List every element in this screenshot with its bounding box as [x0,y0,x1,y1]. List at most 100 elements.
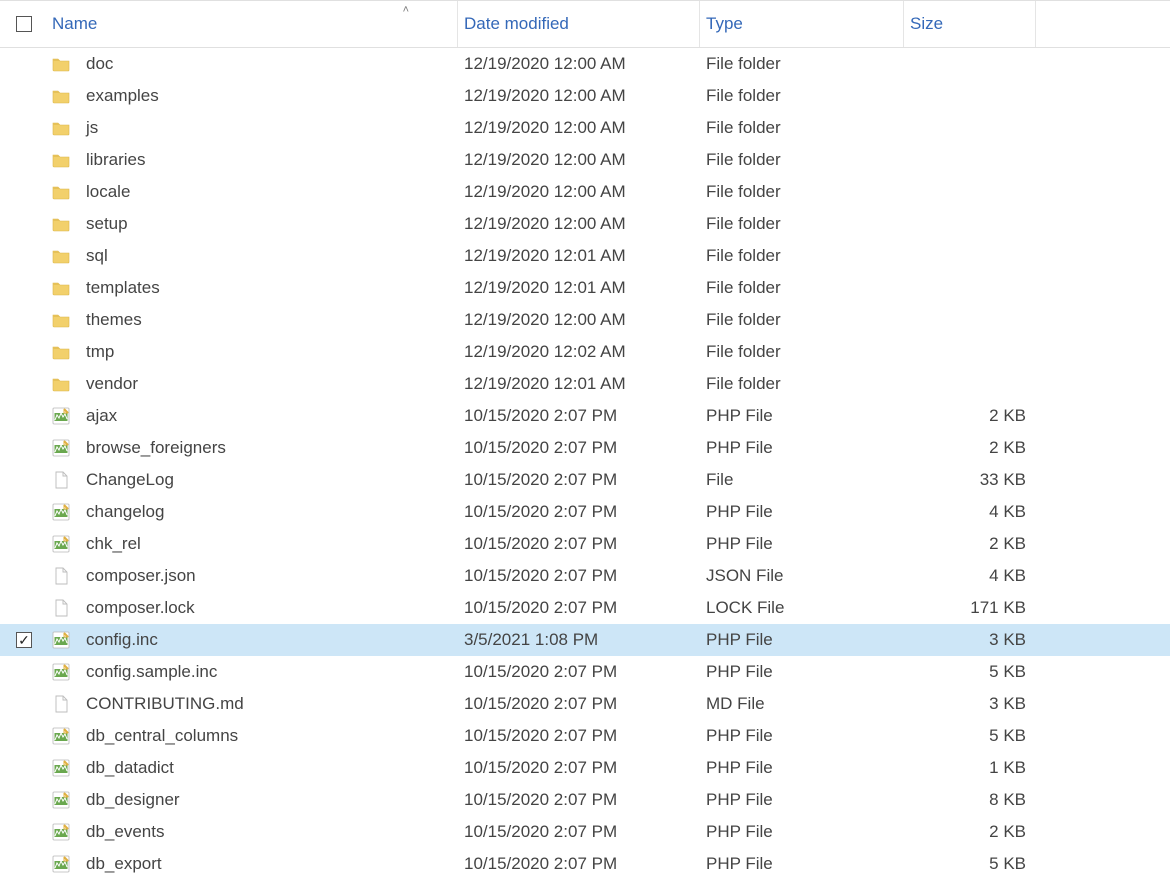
select-all-checkbox[interactable] [16,16,32,32]
cell-name[interactable]: db_central_columns [48,726,458,746]
file-row[interactable]: config.inc3/5/2021 1:08 PMPHP File3 KB [0,624,1170,656]
cell-date: 12/19/2020 12:00 AM [458,182,700,202]
cell-name[interactable]: themes [48,310,458,330]
cell-name[interactable]: libraries [48,150,458,170]
file-row[interactable]: js12/19/2020 12:00 AMFile folder [0,112,1170,144]
cell-name[interactable]: config.sample.inc [48,662,458,682]
cell-name[interactable]: sql [48,246,458,266]
cell-type: PHP File [700,726,904,746]
file-name: ajax [86,406,117,426]
file-row[interactable]: ChangeLog10/15/2020 2:07 PMFile33 KB [0,464,1170,496]
file-name: js [86,118,98,138]
cell-type: File folder [700,310,904,330]
folder-icon [52,247,70,265]
row-checkbox[interactable] [16,632,32,648]
column-label: Name [52,14,97,34]
file-row[interactable]: templates12/19/2020 12:01 AMFile folder [0,272,1170,304]
cell-date: 10/15/2020 2:07 PM [458,758,700,778]
cell-name[interactable]: db_events [48,822,458,842]
cell-name[interactable]: composer.lock [48,598,458,618]
cell-name[interactable]: tmp [48,342,458,362]
cell-type: PHP File [700,822,904,842]
file-row[interactable]: setup12/19/2020 12:00 AMFile folder [0,208,1170,240]
cell-type: PHP File [700,790,904,810]
cell-type: LOCK File [700,598,904,618]
file-row[interactable]: browse_foreigners10/15/2020 2:07 PMPHP F… [0,432,1170,464]
folder-icon [52,279,70,297]
file-row[interactable]: locale12/19/2020 12:00 AMFile folder [0,176,1170,208]
cell-type: PHP File [700,630,904,650]
file-row[interactable]: chk_rel10/15/2020 2:07 PMPHP File2 KB [0,528,1170,560]
file-row[interactable]: themes12/19/2020 12:00 AMFile folder [0,304,1170,336]
cell-name[interactable]: composer.json [48,566,458,586]
file-row[interactable]: composer.json10/15/2020 2:07 PMJSON File… [0,560,1170,592]
cell-name[interactable]: templates [48,278,458,298]
file-row[interactable]: doc12/19/2020 12:00 AMFile folder [0,48,1170,80]
column-header-size[interactable]: Size [904,1,1036,47]
file-row[interactable]: tmp12/19/2020 12:02 AMFile folder [0,336,1170,368]
file-name: tmp [86,342,114,362]
cell-date: 10/15/2020 2:07 PM [458,502,700,522]
cell-name[interactable]: browse_foreigners [48,438,458,458]
file-row[interactable]: CONTRIBUTING.md10/15/2020 2:07 PMMD File… [0,688,1170,720]
file-row[interactable]: vendor12/19/2020 12:01 AMFile folder [0,368,1170,400]
file-name: db_datadict [86,758,174,778]
cell-date: 12/19/2020 12:01 AM [458,246,700,266]
cell-name[interactable]: config.inc [48,630,458,650]
cell-type: PHP File [700,502,904,522]
file-row[interactable]: config.sample.inc10/15/2020 2:07 PMPHP F… [0,656,1170,688]
file-row[interactable]: ajax10/15/2020 2:07 PMPHP File2 KB [0,400,1170,432]
folder-icon [52,55,70,73]
cell-date: 10/15/2020 2:07 PM [458,534,700,554]
file-row[interactable]: examples12/19/2020 12:00 AMFile folder [0,80,1170,112]
file-icon [52,567,70,585]
cell-name[interactable]: ajax [48,406,458,426]
file-row[interactable]: sql12/19/2020 12:01 AMFile folder [0,240,1170,272]
cell-type: File [700,470,904,490]
file-name: templates [86,278,160,298]
file-row[interactable]: libraries12/19/2020 12:00 AMFile folder [0,144,1170,176]
cell-size: 8 KB [904,790,1036,810]
cell-date: 10/15/2020 2:07 PM [458,438,700,458]
cell-name[interactable]: ChangeLog [48,470,458,490]
cell-name[interactable]: js [48,118,458,138]
file-name: locale [86,182,130,202]
cell-name[interactable]: changelog [48,502,458,522]
select-all-cell[interactable] [0,1,48,47]
cell-name[interactable]: locale [48,182,458,202]
file-name: db_designer [86,790,180,810]
cell-name[interactable]: setup [48,214,458,234]
cell-name[interactable]: db_designer [48,790,458,810]
column-header-name[interactable]: Name ˄ [48,1,458,47]
file-row[interactable]: composer.lock10/15/2020 2:07 PMLOCK File… [0,592,1170,624]
cell-type: PHP File [700,662,904,682]
column-header-date[interactable]: Date modified [458,1,700,47]
column-header-type[interactable]: Type [700,1,904,47]
cell-size: 2 KB [904,822,1036,842]
cell-type: PHP File [700,438,904,458]
cell-type: PHP File [700,758,904,778]
cell-name[interactable]: examples [48,86,458,106]
file-row[interactable]: db_designer 10/15/2020 2:07 PMPHP File8 K… [0,784,1170,816]
cell-size: 4 KB [904,566,1036,586]
cell-name[interactable]: vendor [48,374,458,394]
cell-type: PHP File [700,534,904,554]
cell-date: 10/15/2020 2:07 PM [458,790,700,810]
cell-name[interactable]: db_export [48,854,458,874]
cell-name[interactable]: doc [48,54,458,74]
file-list: doc12/19/2020 12:00 AMFile folderexample… [0,48,1170,880]
php-file-icon [52,535,70,553]
cell-name[interactable]: CONTRIBUTING.md [48,694,458,714]
cell-size: 2 KB [904,406,1036,426]
file-row[interactable]: changelog10/15/2020 2:07 PMPHP File4 KB [0,496,1170,528]
file-row[interactable]: db_events10/15/2020 2:07 PMPHP File2 KB [0,816,1170,848]
file-row[interactable]: db_datadict10/15/2020 2:07 PMPHP File1 K… [0,752,1170,784]
file-name: themes [86,310,142,330]
row-checkbox-cell[interactable] [0,632,48,648]
cell-size: 5 KB [904,662,1036,682]
cell-name[interactable]: chk_rel [48,534,458,554]
file-row[interactable]: db_central_columns10/15/2020 2:07 PMPHP … [0,720,1170,752]
php-file-icon [52,823,70,841]
file-row[interactable]: db_export10/15/2020 2:07 PMPHP File5 KB [0,848,1170,880]
cell-name[interactable]: db_datadict [48,758,458,778]
